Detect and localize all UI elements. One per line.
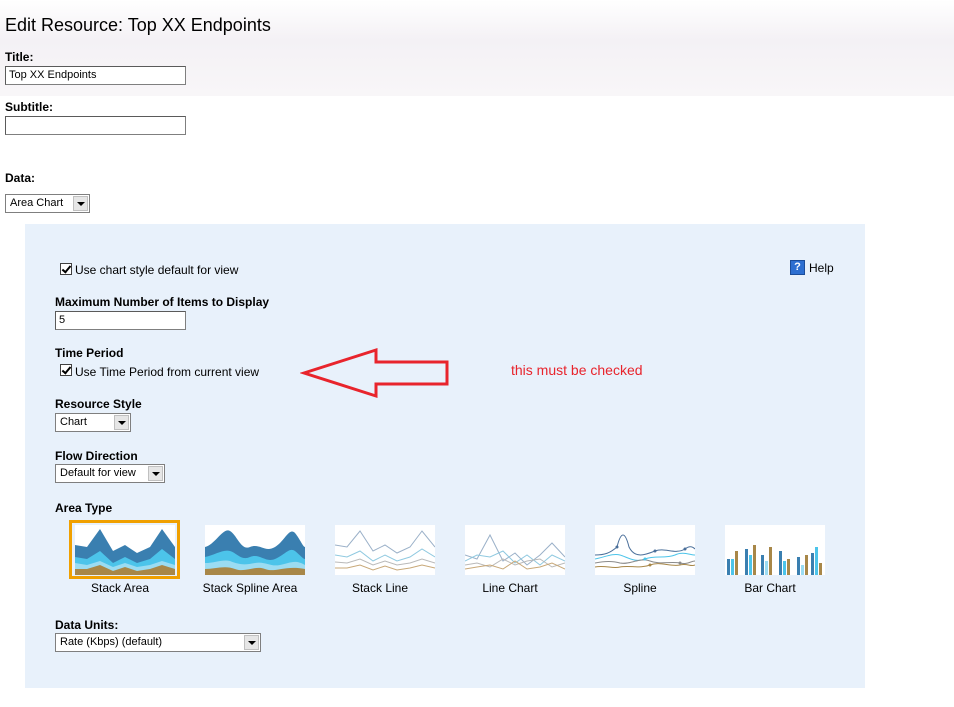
max-items-input[interactable]: 5 <box>55 311 186 330</box>
bar-chart-thumbnail[interactable] <box>725 525 825 575</box>
chevron-down-icon[interactable] <box>148 466 163 481</box>
resource-style-label: Resource Style <box>55 397 142 411</box>
resource-style-select[interactable]: Chart <box>55 413 131 432</box>
help-link[interactable]: Help <box>809 261 834 275</box>
chevron-down-icon[interactable] <box>73 196 88 211</box>
area-type-label-stack-area[interactable]: Stack Area <box>50 581 190 595</box>
title-label: Title: <box>5 50 34 64</box>
use-chart-style-default-label: Use chart style default for view <box>75 263 239 277</box>
data-select[interactable]: Area Chart <box>5 194 90 213</box>
resource-style-value: Chart <box>60 416 87 428</box>
annotation-text: this must be checked <box>511 362 643 378</box>
max-items-label: Maximum Number of Items to Display <box>55 295 270 309</box>
data-units-select[interactable]: Rate (Kbps) (default) <box>55 633 261 652</box>
chevron-down-icon[interactable] <box>244 635 259 650</box>
subtitle-label: Subtitle: <box>5 100 53 114</box>
data-label: Data: <box>5 171 36 185</box>
line-chart-thumbnail[interactable] <box>465 525 565 575</box>
data-units-label: Data Units: <box>55 618 119 632</box>
use-chart-style-default-checkbox[interactable] <box>60 263 72 275</box>
chevron-down-icon[interactable] <box>114 415 129 430</box>
help-icon[interactable]: ? <box>790 260 805 275</box>
title-input[interactable]: Top XX Endpoints <box>5 66 186 85</box>
arrow-annotation-icon <box>300 347 449 399</box>
area-type-label: Area Type <box>55 501 113 515</box>
data-units-value: Rate (Kbps) (default) <box>60 636 163 648</box>
chart-settings-panel <box>25 224 865 688</box>
subtitle-input[interactable] <box>5 116 186 135</box>
data-select-value: Area Chart <box>10 197 64 209</box>
use-time-period-checkbox[interactable] <box>60 364 72 376</box>
stack-spline-area-thumbnail[interactable] <box>205 525 305 575</box>
flow-direction-select[interactable]: Default for view <box>55 464 165 483</box>
area-type-label-bar-chart[interactable]: Bar Chart <box>700 581 840 595</box>
flow-direction-label: Flow Direction <box>55 449 138 463</box>
area-type-label-stack-line[interactable]: Stack Line <box>310 581 450 595</box>
flow-direction-value: Default for view <box>60 467 136 479</box>
page-title: Edit Resource: Top XX Endpoints <box>5 15 271 35</box>
area-type-label-spline[interactable]: Spline <box>570 581 710 595</box>
use-time-period-label: Use Time Period from current view <box>75 365 260 379</box>
time-period-label: Time Period <box>55 346 124 360</box>
spline-thumbnail[interactable] <box>595 525 695 575</box>
stack-line-thumbnail[interactable] <box>335 525 435 575</box>
stack-area-thumbnail[interactable] <box>75 525 175 575</box>
area-type-label-line-chart[interactable]: Line Chart <box>440 581 580 595</box>
area-type-label-stack-spline-area[interactable]: Stack Spline Area <box>180 581 320 595</box>
